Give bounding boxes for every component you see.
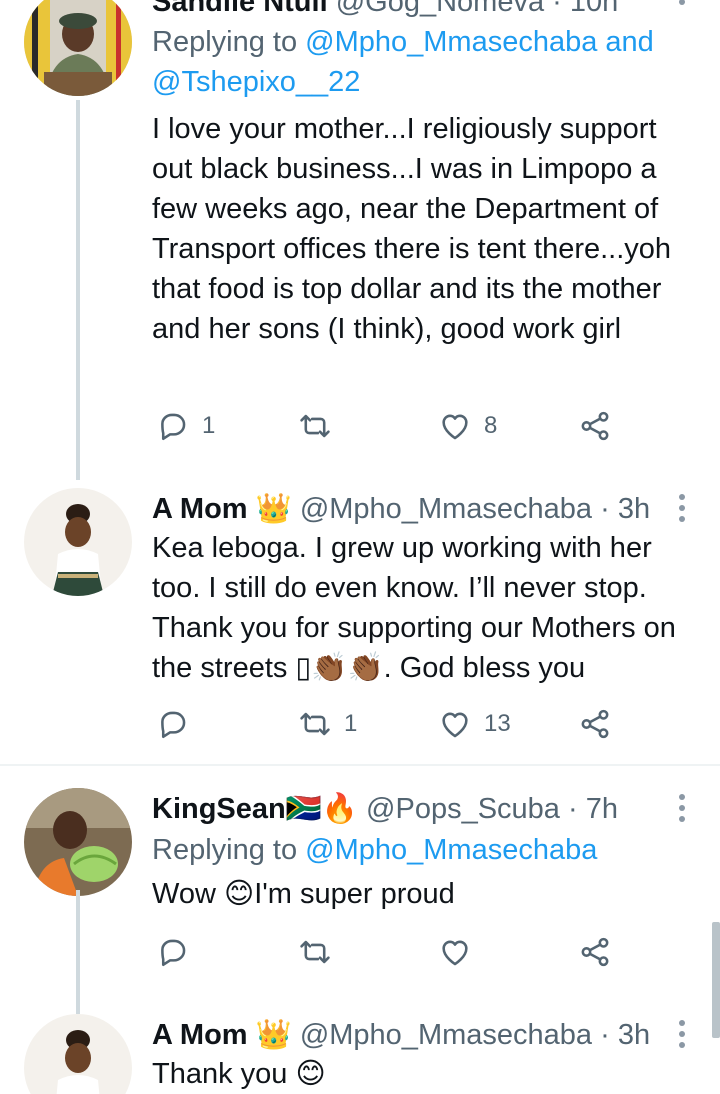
- user-handle[interactable]: @Gog_Nomeva: [336, 0, 544, 18]
- mention-link[interactable]: @Tshepixo__22: [152, 66, 360, 98]
- reply-icon: [156, 707, 190, 741]
- display-name[interactable]: A Mom: [152, 493, 248, 525]
- separator: ·: [600, 1019, 610, 1051]
- flag-fire-emoji: 🇿🇦🔥: [285, 791, 358, 825]
- reply-button[interactable]: [156, 704, 202, 744]
- tweet-2[interactable]: A Mom 👑 @Mpho_Mmasechaba · 3h Kea leboga…: [0, 470, 720, 766]
- crown-emoji: 👑: [255, 491, 292, 525]
- thread-line: [76, 470, 80, 478]
- tweet-3[interactable]: KingSean🇿🇦🔥 @Pops_Scuba · 7h Replying to…: [0, 766, 720, 1014]
- tweet-text: Kea leboga. I grew up working with her t…: [152, 532, 676, 684]
- tweet-text: I love your mother...I religiously suppo…: [152, 113, 672, 345]
- share-icon: [578, 935, 612, 969]
- avatar[interactable]: [24, 0, 132, 96]
- timestamp[interactable]: 10h: [570, 0, 618, 18]
- like-count: 8: [484, 412, 498, 439]
- tweet-header: KingSean🇿🇦🔥 @Pops_Scuba · 7h: [152, 790, 618, 827]
- mention-link[interactable]: @Mpho_Mmasechaba and: [305, 26, 654, 58]
- retweet-button[interactable]: 1: [298, 704, 357, 744]
- more-icon[interactable]: [678, 0, 686, 10]
- retweet-icon: [298, 409, 332, 443]
- tweet-4[interactable]: A Mom 👑 @Mpho_Mmasechaba · 3h Thank you …: [0, 1000, 720, 1094]
- like-button[interactable]: 8: [438, 406, 497, 446]
- thread-line: [76, 890, 80, 1014]
- replying-prefix: Replying to: [152, 834, 298, 866]
- more-icon[interactable]: [678, 1020, 686, 1053]
- more-icon[interactable]: [678, 494, 686, 527]
- share-button[interactable]: [578, 704, 612, 744]
- crown-emoji: 👑: [255, 1017, 292, 1051]
- tweet-actions: 1 8: [156, 406, 626, 446]
- replying-prefix: Replying to: [152, 26, 298, 58]
- more-icon[interactable]: [678, 794, 686, 827]
- avatar[interactable]: [24, 488, 132, 596]
- timestamp[interactable]: 3h: [618, 1019, 650, 1051]
- share-button[interactable]: [578, 932, 612, 972]
- like-button[interactable]: [438, 932, 484, 972]
- separator: ·: [568, 793, 578, 825]
- timestamp[interactable]: 7h: [586, 793, 618, 825]
- reply-icon: [156, 935, 190, 969]
- display-name[interactable]: Sandile Ntuli: [152, 0, 328, 18]
- retweet-icon: [298, 707, 332, 741]
- tweet-header: A Mom 👑 @Mpho_Mmasechaba · 3h: [152, 490, 650, 527]
- tweet-actions: [156, 932, 626, 972]
- avatar[interactable]: [24, 788, 132, 896]
- mention-link[interactable]: @Mpho_Mmasechaba: [305, 834, 597, 866]
- replying-to: Replying to @Mpho_Mmasechaba: [152, 830, 597, 870]
- timestamp[interactable]: 3h: [618, 493, 650, 525]
- retweet-count: 1: [344, 710, 358, 737]
- share-icon: [578, 409, 612, 443]
- avatar[interactable]: [24, 1014, 132, 1094]
- tweet-header: A Mom 👑 @Mpho_Mmasechaba · 3h: [152, 1016, 650, 1053]
- heart-icon: [438, 409, 472, 443]
- tweet-text: Wow 😊I'm super proud: [152, 878, 455, 910]
- retweet-button[interactable]: [298, 932, 344, 972]
- separator: ·: [552, 0, 562, 18]
- user-handle[interactable]: @Mpho_Mmasechaba: [300, 493, 592, 525]
- share-icon: [578, 707, 612, 741]
- retweet-button[interactable]: [298, 406, 344, 446]
- like-button[interactable]: 13: [438, 704, 511, 744]
- replying-to-line-2: @Tshepixo__22: [152, 62, 360, 102]
- tweet-header: Sandile Ntuli @Gog_Nomeva · 10h: [152, 0, 618, 20]
- retweet-icon: [298, 935, 332, 969]
- display-name[interactable]: KingSean: [152, 793, 286, 825]
- like-count: 13: [484, 710, 511, 737]
- user-handle[interactable]: @Mpho_Mmasechaba: [300, 1019, 592, 1051]
- reply-button[interactable]: 1: [156, 406, 215, 446]
- tweet-actions: 1 13: [156, 704, 626, 744]
- tweet-1[interactable]: Sandile Ntuli @Gog_Nomeva · 10h Replying…: [0, 0, 720, 480]
- reply-button[interactable]: [156, 932, 202, 972]
- thread-line: [76, 100, 80, 480]
- replying-to: Replying to @Mpho_Mmasechaba and: [152, 22, 654, 62]
- heart-icon: [438, 707, 472, 741]
- display-name[interactable]: A Mom: [152, 1019, 248, 1051]
- user-handle[interactable]: @Pops_Scuba: [366, 793, 560, 825]
- separator: ·: [600, 493, 610, 525]
- tweet-text: Thank you 😊: [152, 1058, 326, 1090]
- share-button[interactable]: [578, 406, 612, 446]
- scrollbar[interactable]: [712, 922, 720, 1038]
- reply-count: 1: [202, 412, 216, 439]
- heart-icon: [438, 935, 472, 969]
- reply-icon: [156, 409, 190, 443]
